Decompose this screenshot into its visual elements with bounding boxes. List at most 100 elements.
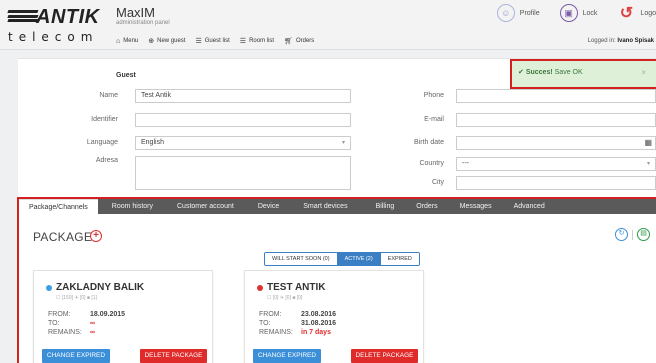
tab-device[interactable]: Device [244,199,289,214]
nav-room-list-label: Room list [249,38,275,44]
language-select[interactable]: English [135,136,351,150]
package-card: TEST ANTIK ☐ [0] ✈ [0] ■ [0] FROM: 23.08.… [244,270,424,363]
from-label: FROM: [48,311,71,318]
logo-stripes-icon [7,10,39,26]
success-alert: ✔ Succes! Save OK × [510,59,656,89]
remains-row: REMAINS: ∞ [48,329,95,336]
birth-date-label: Birth date [414,139,444,146]
remains-label: REMAINS: [48,329,82,336]
language-label: Language [86,139,118,146]
tab-advanced[interactable]: Advanced [502,199,555,214]
language-value: English [141,139,164,146]
country-value: --- [462,160,469,167]
close-icon[interactable]: × [641,68,646,77]
list-icon: ☰ [239,38,247,45]
alert-message: ✔ Succes! Save OK [518,68,583,76]
nav-menu-label: Menu [123,38,139,44]
list-icon: ☰ [195,38,202,45]
top-navigation: ⌂ Menu ⊕ New guest ☰ Guest list ☰ Room list … [116,37,314,46]
remains-label: REMAINS: [259,329,293,336]
profile-button[interactable]: ☺ Profile [496,4,540,22]
guest-detail-tabs: Package/Channels Room history Customer a… [17,197,656,363]
user-icon: ☺ [496,4,515,22]
package-status-filter: WILL START SOON (0) ACTIVE (2) EXPIRED [264,252,420,266]
check-icon: ✔ [518,69,524,76]
tab-smart-devices[interactable]: Smart devices [289,199,357,214]
package-title: PACKAGE [33,230,93,244]
from-value: 23.08.2016 [301,311,337,318]
package-name: ZAKLADNY BALIK [46,282,144,293]
header-actions: ☺ Profile ▣ Lock ↺ Logo [477,4,656,22]
guest-section-title: Guest [116,72,136,79]
remains-value: ∞ [90,329,95,336]
delete-package-button[interactable]: DELETE PACKAGE [351,349,418,363]
phone-field[interactable] [456,89,656,103]
to-label: TO: [259,320,271,327]
country-select[interactable]: --- [456,157,656,171]
change-expired-button[interactable]: CHANGE EXPIRED [253,349,321,363]
lock-label: Lock [582,9,598,17]
package-name-text: TEST ANTIK [267,282,326,293]
name-field[interactable]: Test Antik [135,89,351,103]
nav-room-list[interactable]: ☰ Room list [240,37,274,45]
city-label: City [431,179,444,186]
tools-divider [632,229,633,240]
tab-package-channels[interactable]: Package/Channels [19,199,98,214]
change-expired-button[interactable]: CHANGE EXPIRED [42,349,110,363]
phone-label: Phone [423,92,444,99]
delete-package-button[interactable]: DELETE PACKAGE [140,349,207,363]
plus-circle-icon: ⊕ [148,38,155,45]
logged-in-info: Logged in: Ivano Spisak [588,38,654,44]
filter-expired[interactable]: EXPIRED [380,253,419,265]
app-subtitle: administration panel [116,20,170,26]
package-tools: ↻ ▤ [615,228,650,241]
name-label: Name [99,92,118,99]
logout-icon: ↺ [619,5,634,22]
antik-logo[interactable]: ANTIK telecom [7,4,108,46]
filter-active[interactable]: ACTIVE (2) [337,253,381,265]
calendar-icon[interactable]: ▦ [644,138,652,147]
cart-icon: 🛒︎ [284,38,293,45]
tab-messages[interactable]: Messages [448,199,502,214]
package-name: TEST ANTIK [257,282,326,293]
nav-new-guest-label: New guest [157,38,186,44]
identifier-field[interactable] [135,113,351,127]
city-field[interactable] [456,176,656,190]
filter-will-start-soon[interactable]: WILL START SOON (0) [265,253,338,265]
alert-text: Save OK [554,69,583,76]
nav-menu[interactable]: ⌂ Menu [116,37,138,45]
alert-strong: Succes! [525,69,553,76]
refresh-icon[interactable]: ↻ [615,228,628,241]
logo-subtext: telecom [8,30,99,44]
country-label: Country [419,160,444,167]
nav-orders[interactable]: 🛒︎ Orders [284,37,314,45]
tab-room-history[interactable]: Room history [98,199,163,214]
email-field[interactable] [456,113,656,127]
nav-guest-list[interactable]: ☰ Guest list [195,37,229,45]
archive-icon[interactable]: ▤ [637,228,650,241]
package-name-text: ZAKLADNY BALIK [56,282,145,293]
add-package-icon[interactable]: + [90,230,102,242]
home-icon: ⌂ [116,37,121,45]
email-label: E-mail [424,116,444,123]
to-label: TO: [48,320,60,327]
logged-in-user: Ivano Spisak [617,38,654,44]
app-title: MaxIM [116,5,155,20]
from-label: FROM: [259,311,282,318]
tab-billing[interactable]: Billing [358,199,405,214]
identifier-label: Identifier [91,116,118,123]
lock-button[interactable]: ▣ Lock [559,4,598,22]
address-label: Adresa [95,157,118,164]
nav-orders-label: Orders [295,38,315,44]
nav-new-guest[interactable]: ⊕ New guest [148,37,185,45]
profile-label: Profile [519,9,540,17]
tab-customer-account[interactable]: Customer account [163,199,244,214]
package-meta: ☐ [159] ✈ [0] ■ [1] [56,295,97,301]
tab-orders[interactable]: Orders [404,199,447,214]
address-textarea[interactable] [135,156,351,190]
from-value: 18.09.2015 [90,311,126,318]
logo-text: ANTIK [36,6,100,28]
logout-label: Logo [640,9,656,17]
birth-date-field[interactable]: ▦ [456,136,656,150]
logout-button[interactable]: ↺ Logo [617,4,656,22]
